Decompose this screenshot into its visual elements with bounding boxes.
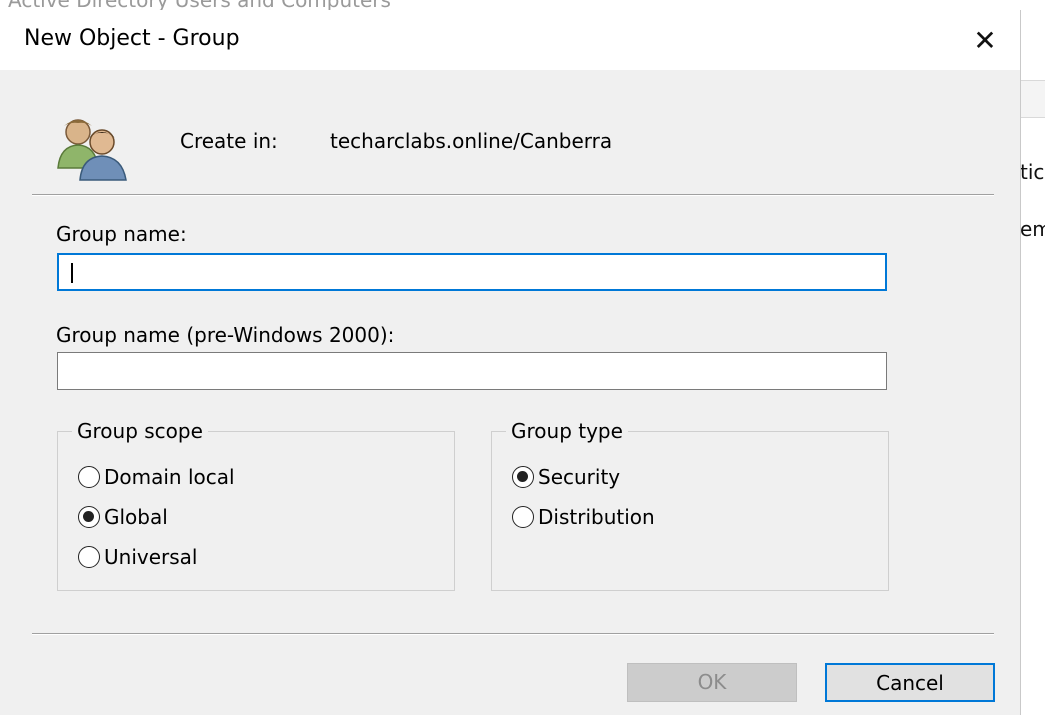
dialog-title: New Object - Group	[24, 26, 240, 51]
users-icon	[57, 119, 127, 181]
divider-bottom	[32, 633, 994, 635]
background-text-2: em	[1020, 217, 1045, 241]
group-scope-legend: Group scope	[72, 419, 208, 443]
group-name-pre2000-label: Group name (pre-Windows 2000):	[56, 323, 395, 347]
radio-label-domain-local: Domain local	[104, 465, 235, 489]
radio-button-universal[interactable]	[78, 546, 100, 568]
group-type-box: Group type Security Distribution	[491, 419, 889, 591]
radio-button-domain-local[interactable]	[78, 466, 100, 488]
radio-distribution[interactable]: Distribution	[512, 505, 655, 529]
radio-universal[interactable]: Universal	[78, 545, 197, 569]
radio-domain-local[interactable]: Domain local	[78, 465, 235, 489]
create-in-path: techarclabs.online/Canberra	[330, 129, 613, 153]
close-icon: ✕	[973, 24, 997, 57]
radio-label-global: Global	[104, 505, 168, 529]
radio-global[interactable]: Global	[78, 505, 168, 529]
radio-button-security[interactable]	[512, 466, 534, 488]
close-button[interactable]: ✕	[955, 18, 1015, 64]
dialog-titlebar: New Object - Group ✕	[0, 10, 1020, 70]
text-caret	[71, 263, 73, 283]
radio-button-global[interactable]	[78, 506, 100, 528]
divider-top	[32, 194, 994, 196]
group-name-label: Group name:	[56, 222, 187, 246]
radio-button-distribution[interactable]	[512, 506, 534, 528]
radio-label-security: Security	[538, 465, 621, 489]
group-scope-box: Group scope Domain local Global Universa…	[57, 419, 455, 591]
radio-label-universal: Universal	[104, 545, 198, 569]
cancel-button[interactable]: Cancel	[825, 663, 995, 702]
create-in-label: Create in:	[180, 129, 278, 153]
group-name-input[interactable]	[57, 253, 887, 291]
background-window: tic em	[1018, 0, 1045, 715]
radio-label-distribution: Distribution	[538, 505, 655, 529]
new-object-group-dialog: New Object - Group ✕ Create in: techarcl…	[0, 10, 1021, 715]
radio-security[interactable]: Security	[512, 465, 620, 489]
background-text-1: tic	[1020, 160, 1045, 184]
ok-button[interactable]: OK	[627, 663, 797, 702]
group-type-legend: Group type	[506, 419, 628, 443]
background-toolbar	[1018, 80, 1045, 118]
group-name-pre2000-input[interactable]	[57, 352, 887, 390]
